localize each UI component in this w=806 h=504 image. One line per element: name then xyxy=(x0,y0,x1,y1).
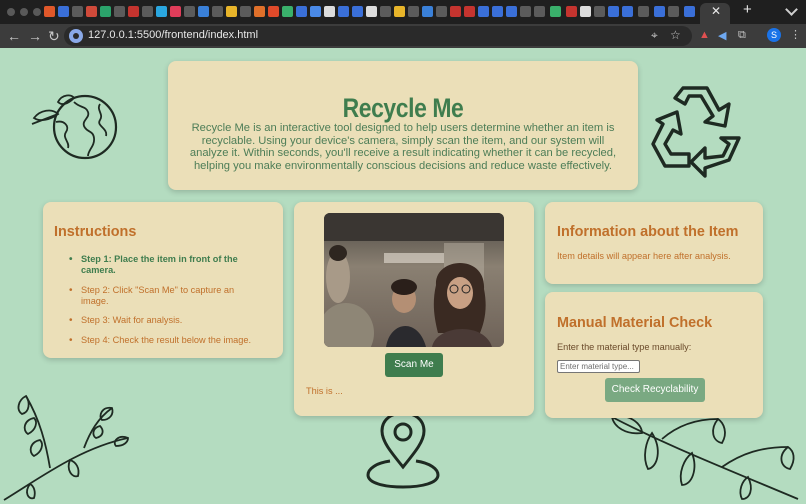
window-maximize-icon[interactable] xyxy=(33,8,41,16)
window-close-icon[interactable] xyxy=(7,8,15,16)
tab-favicon[interactable] xyxy=(100,6,111,17)
tab-favicon[interactable] xyxy=(58,6,69,17)
tab-search-chevron-icon[interactable] xyxy=(785,3,798,16)
extension-icon[interactable]: ▲ xyxy=(699,29,710,41)
tab-favicon[interactable] xyxy=(352,6,363,17)
tab-close-icon[interactable]: ✕ xyxy=(711,4,721,18)
tab-favicon[interactable] xyxy=(408,6,419,17)
camera-feed xyxy=(324,213,504,347)
tab-favicon[interactable] xyxy=(638,6,649,17)
check-recyclability-button[interactable]: Check Recyclability xyxy=(605,378,705,402)
tab-favicon[interactable] xyxy=(72,6,83,17)
tab-favicon[interactable] xyxy=(380,6,391,17)
tab-favicon[interactable] xyxy=(520,6,531,17)
manual-check-card: Manual Material Check Enter the material… xyxy=(545,292,763,418)
tab-favicon[interactable] xyxy=(240,6,251,17)
instruction-step: Step 4: Check the result below the image… xyxy=(69,335,259,346)
manual-check-title: Manual Material Check xyxy=(557,315,713,331)
tab-favicon[interactable] xyxy=(296,6,307,17)
globe-icon xyxy=(31,94,118,160)
tab-favicon[interactable] xyxy=(534,6,545,17)
tab-favicon[interactable] xyxy=(580,6,591,17)
tab-favicon[interactable] xyxy=(684,6,695,17)
tab-favicon[interactable] xyxy=(566,6,577,17)
tab-favicon[interactable] xyxy=(436,6,447,17)
bookmark-star-icon[interactable]: ☆ xyxy=(670,28,681,42)
leaf-branch-icon xyxy=(610,415,799,500)
tab-favicon[interactable] xyxy=(254,6,265,17)
menu-kebab-icon[interactable]: ⋮ xyxy=(790,28,801,41)
profile-avatar[interactable]: S xyxy=(767,28,781,42)
scan-button[interactable]: Scan Me xyxy=(385,353,443,377)
tab-favicon[interactable] xyxy=(450,6,461,17)
tab-favicon[interactable] xyxy=(184,6,195,17)
material-input-label: Enter the material type manually: xyxy=(557,342,692,352)
item-details-text: Item details will appear here after anal… xyxy=(557,251,731,261)
instructions-title: Instructions xyxy=(54,224,137,240)
tab-favicon[interactable] xyxy=(594,6,605,17)
tab-favicon[interactable] xyxy=(142,6,153,17)
tab-favicon[interactable] xyxy=(608,6,619,17)
tab-favicon[interactable] xyxy=(324,6,335,17)
tab-favicon[interactable] xyxy=(86,6,97,17)
tab-favicon[interactable] xyxy=(310,6,321,17)
app-description: Recycle Me is an interactive tool design… xyxy=(189,122,617,172)
tab-favicon[interactable] xyxy=(492,6,503,17)
tab-favicon[interactable] xyxy=(268,6,279,17)
camera-video-frame xyxy=(324,213,504,347)
tab-favicon[interactable] xyxy=(156,6,167,17)
page-body: Recycle Me Recycle Me is an interactive … xyxy=(0,48,806,504)
page-title: Recycle Me xyxy=(342,93,464,123)
item-info-card: Information about the Item Item details … xyxy=(545,202,763,284)
tab-favicon[interactable] xyxy=(654,6,665,17)
tab-favicon[interactable] xyxy=(338,6,349,17)
scan-result-text: This is ... xyxy=(306,386,343,396)
tab-favicon[interactable] xyxy=(622,6,633,17)
location-icon[interactable]: ⌖ xyxy=(651,28,658,43)
material-type-input[interactable] xyxy=(557,360,640,373)
reload-icon[interactable]: ↻ xyxy=(48,27,60,45)
audio-icon[interactable]: ◀ xyxy=(718,29,726,42)
tab-favicon[interactable] xyxy=(212,6,223,17)
tab-favicon[interactable] xyxy=(422,6,433,17)
tab-favicon[interactable] xyxy=(668,6,679,17)
tab-favicon[interactable] xyxy=(198,6,209,17)
instructions-card: Instructions Step 1: Place the item in f… xyxy=(43,202,283,358)
scanner-card: Scan Me This is ... xyxy=(294,202,534,416)
tab-favicon[interactable] xyxy=(170,6,181,17)
tab-favicon[interactable] xyxy=(282,6,293,17)
tab-favicon[interactable] xyxy=(366,6,377,17)
instruction-step: Step 2: Click "Scan Me" to capture an im… xyxy=(69,285,259,307)
header-card: Recycle Me Recycle Me is an interactive … xyxy=(168,61,638,190)
instruction-step: Step 3: Wait for analysis. xyxy=(69,315,259,326)
browser-toolbar: ← → ↻ 127.0.0.1:5500/frontend/index.html… xyxy=(0,24,806,48)
tab-favicon[interactable] xyxy=(114,6,125,17)
tab-favicon[interactable] xyxy=(464,6,475,17)
item-info-title: Information about the Item xyxy=(557,224,739,240)
forward-arrow-icon[interactable]: → xyxy=(28,27,42,45)
tab-favicon[interactable] xyxy=(128,6,139,17)
extensions-puzzle-icon[interactable]: ⧉ xyxy=(738,29,746,42)
tab-favicon[interactable] xyxy=(478,6,489,17)
window-minimize-icon[interactable] xyxy=(20,8,28,16)
location-pin-icon xyxy=(366,411,440,489)
instructions-list: Step 1: Place the item in front of the c… xyxy=(69,254,259,354)
tab-favicon[interactable] xyxy=(226,6,237,17)
tab-favicon[interactable] xyxy=(506,6,517,17)
site-info-icon[interactable] xyxy=(69,29,83,43)
recycle-icon xyxy=(651,86,741,178)
tab-favicon[interactable] xyxy=(44,6,55,17)
tab-favicon[interactable] xyxy=(550,6,561,17)
address-bar[interactable]: 127.0.0.1:5500/frontend/index.html ⌖ ☆ xyxy=(64,26,692,46)
new-tab-icon[interactable]: + xyxy=(743,1,752,18)
browser-tab-bar: ✕ + xyxy=(0,0,806,24)
instruction-step: Step 1: Place the item in front of the c… xyxy=(69,254,259,276)
leaf-branch-icon xyxy=(3,394,129,501)
tab-favicon[interactable] xyxy=(394,6,405,17)
url-text[interactable]: 127.0.0.1:5500/frontend/index.html xyxy=(88,29,258,41)
back-arrow-icon[interactable]: ← xyxy=(7,27,21,45)
